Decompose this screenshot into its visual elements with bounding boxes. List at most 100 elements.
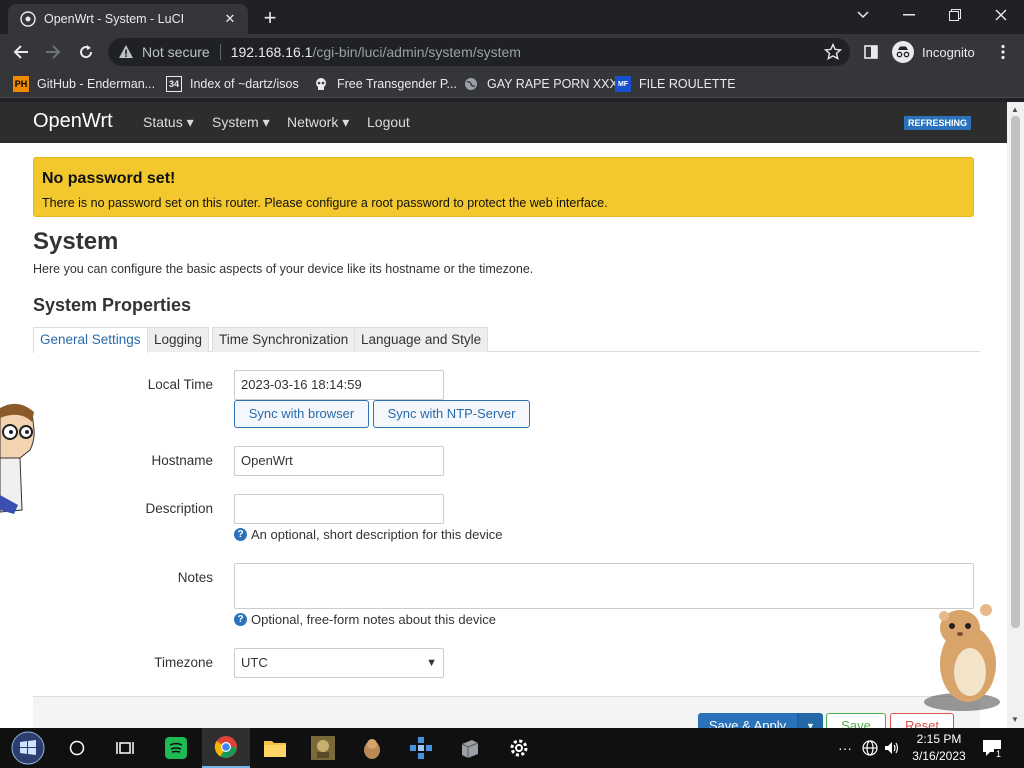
hostname-label: Hostname bbox=[151, 453, 213, 468]
save-apply-button[interactable]: Save & Apply bbox=[698, 713, 797, 728]
start-button[interactable] bbox=[4, 728, 52, 768]
bookmark-file-roulette[interactable]: MF FILE ROULETTE bbox=[615, 75, 736, 93]
notes-textarea[interactable] bbox=[234, 563, 974, 609]
bookmark-index-isos[interactable]: 34 Index of ~dartz/isos bbox=[166, 75, 299, 93]
settings-tabs: General Settings Logging Time Synchroniz… bbox=[33, 327, 980, 353]
restore-icon[interactable] bbox=[932, 2, 978, 28]
description-field[interactable] bbox=[234, 494, 444, 524]
search-icon[interactable] bbox=[53, 728, 101, 768]
cartoon-man-overlay bbox=[0, 403, 35, 514]
clock-time: 2:15 PM bbox=[916, 732, 962, 746]
settings-gear-icon[interactable] bbox=[495, 728, 543, 768]
more-menu-icon[interactable] bbox=[990, 39, 1016, 65]
tab-general-settings[interactable]: General Settings bbox=[33, 327, 148, 353]
page-viewport: OpenWrt Status ▾ System ▾ Network ▾ Logo… bbox=[0, 102, 1007, 728]
bookmark-label: GAY RAPE PORN XXX bbox=[487, 77, 618, 91]
ph-logo-icon: PH bbox=[13, 76, 29, 92]
no-password-alert: No password set! There is no password se… bbox=[33, 157, 974, 217]
address-bar[interactable]: Not secure 192.168.16.1/cgi-bin/luci/adm… bbox=[108, 38, 850, 66]
page-34-icon: 34 bbox=[166, 76, 182, 92]
hostname-field[interactable]: OpenWrt bbox=[234, 446, 444, 476]
page-scrollbar[interactable]: ▲ ▼ bbox=[1007, 102, 1024, 728]
windows-taskbar: ··· 2:15 PM 3/16/2023 1 bbox=[0, 728, 1024, 768]
tab-title: OpenWrt - System - LuCI bbox=[44, 12, 185, 26]
local-time-field[interactable]: 2023-03-16 18:14:59 bbox=[234, 370, 444, 400]
incognito-label: Incognito bbox=[922, 44, 975, 60]
description-label: Description bbox=[145, 501, 213, 516]
menu-network[interactable]: Network ▾ bbox=[287, 114, 349, 131]
scroll-up-icon[interactable]: ▲ bbox=[1011, 105, 1019, 114]
reset-button[interactable]: Reset bbox=[890, 713, 954, 728]
sync-ntp-button[interactable]: Sync with NTP-Server bbox=[373, 400, 530, 428]
skull-icon bbox=[313, 76, 329, 92]
side-panel-icon[interactable] bbox=[858, 39, 884, 65]
virtual-machine-icon[interactable] bbox=[446, 728, 494, 768]
bookmark-star-icon[interactable] bbox=[824, 43, 842, 61]
scroll-down-icon[interactable]: ▼ bbox=[1011, 715, 1019, 724]
refreshing-badge[interactable]: REFRESHING bbox=[904, 116, 972, 130]
warning-icon[interactable] bbox=[118, 44, 134, 60]
tab-language-style[interactable]: Language and Style bbox=[354, 327, 489, 352]
system-clock[interactable]: 2:15 PM 3/16/2023 bbox=[900, 731, 978, 765]
save-apply-dropdown-icon[interactable]: ▼ bbox=[797, 713, 823, 728]
menu-logout[interactable]: Logout bbox=[367, 114, 410, 130]
page-title: System bbox=[33, 228, 119, 255]
new-tab-button[interactable]: + bbox=[258, 5, 282, 30]
file-explorer-icon[interactable] bbox=[251, 728, 299, 768]
bookmark-free-transgender[interactable]: Free Transgender P... bbox=[313, 75, 457, 93]
task-view-icon[interactable] bbox=[101, 728, 149, 768]
close-window-icon[interactable] bbox=[978, 2, 1024, 28]
tab-time-sync[interactable]: Time Synchronization bbox=[212, 327, 356, 352]
spotify-icon[interactable] bbox=[152, 728, 200, 768]
url-host: 192.168.16.1 bbox=[230, 44, 313, 60]
tab-logging[interactable]: Logging bbox=[147, 327, 210, 352]
volume-icon[interactable] bbox=[884, 728, 900, 768]
brand-logo[interactable]: OpenWrt bbox=[33, 110, 113, 133]
forward-arrow-icon[interactable] bbox=[40, 39, 66, 65]
page-description: Here you can configure the basic aspects… bbox=[33, 262, 534, 276]
omnibox-divider bbox=[219, 44, 221, 60]
network-tool-icon[interactable] bbox=[397, 728, 445, 768]
bookmark-github[interactable]: PH GitHub - Enderman... bbox=[13, 75, 155, 93]
sync-browser-button[interactable]: Sync with browser bbox=[234, 400, 369, 428]
bookmarks-bar: PH GitHub - Enderman... 34 Index of ~dar… bbox=[0, 70, 1024, 98]
show-hidden-icons[interactable]: ··· bbox=[838, 728, 852, 768]
clock-date: 3/16/2023 bbox=[912, 749, 966, 763]
timezone-select[interactable]: UTC ▼ bbox=[234, 648, 444, 678]
reload-icon[interactable] bbox=[73, 39, 99, 65]
local-time-label: Local Time bbox=[147, 377, 213, 392]
menu-system[interactable]: System ▾ bbox=[212, 114, 270, 131]
bookmark-label: Free Transgender P... bbox=[337, 77, 457, 91]
desktop-pet-icon[interactable] bbox=[348, 728, 396, 768]
alert-text: There is no password set on this router.… bbox=[42, 196, 608, 210]
notification-center-icon[interactable]: 1 bbox=[982, 728, 1004, 768]
network-globe-icon[interactable] bbox=[862, 728, 878, 768]
scrollbar-thumb[interactable] bbox=[1011, 116, 1020, 628]
timezone-label: Timezone bbox=[154, 655, 213, 670]
notes-help-text: Optional, free-form notes about this dev… bbox=[251, 612, 496, 627]
bookmark-label: Index of ~dartz/isos bbox=[190, 77, 299, 91]
app-thumbnail-icon[interactable] bbox=[299, 728, 347, 768]
browser-toolbar: Not secure 192.168.16.1/cgi-bin/luci/adm… bbox=[0, 34, 1024, 70]
incognito-icon bbox=[892, 41, 914, 63]
notes-help: ? Optional, free-form notes about this d… bbox=[234, 612, 496, 627]
menu-status[interactable]: Status ▾ bbox=[143, 114, 194, 131]
bookmark-label: FILE ROULETTE bbox=[639, 77, 736, 91]
incognito-profile-button[interactable]: Incognito bbox=[892, 38, 975, 66]
bookmark-globe-site[interactable]: GAY RAPE PORN XXX bbox=[463, 75, 618, 93]
tab-search-icon[interactable] bbox=[840, 2, 886, 28]
notification-count: 1 bbox=[994, 749, 1004, 759]
minimize-icon[interactable] bbox=[886, 2, 932, 28]
bookmark-label: GitHub - Enderman... bbox=[37, 77, 156, 91]
hamster-overlay bbox=[924, 604, 1000, 711]
description-help: ? An optional, short description for thi… bbox=[234, 527, 502, 542]
save-button[interactable]: Save bbox=[826, 713, 886, 728]
chrome-icon[interactable] bbox=[202, 728, 250, 768]
close-tab-icon[interactable]: ✕ bbox=[222, 11, 238, 27]
browser-tab[interactable]: OpenWrt - System - LuCI ✕ bbox=[8, 4, 248, 34]
mf-logo-icon: MF bbox=[615, 76, 631, 92]
back-arrow-icon[interactable] bbox=[8, 39, 34, 65]
notes-label: Notes bbox=[177, 570, 213, 585]
url-path: /cgi-bin/luci/admin/system/system bbox=[312, 44, 521, 60]
not-secure-label[interactable]: Not secure bbox=[142, 44, 210, 60]
